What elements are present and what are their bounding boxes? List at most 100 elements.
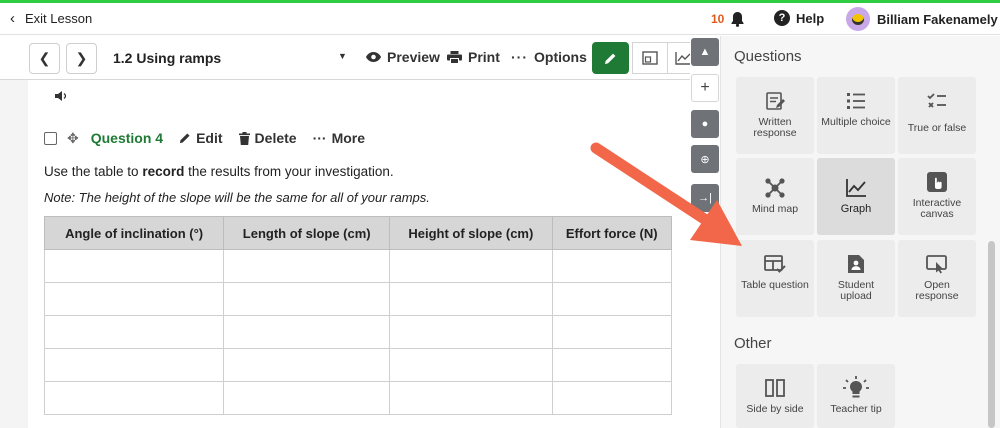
options-button[interactable]: ··· Options: [511, 49, 587, 65]
chevron-left-icon: ‹: [10, 10, 15, 27]
eye-icon: [366, 52, 381, 62]
table-cell[interactable]: [389, 381, 553, 415]
drag-move-icon[interactable]: ✥: [67, 130, 79, 147]
tile-teacher-tip[interactable]: Teacher tip: [817, 364, 895, 428]
question-prompt: Use the table to record the results from…: [44, 164, 394, 179]
table-cell[interactable]: [551, 348, 672, 382]
more-question-button[interactable]: ··· More: [313, 130, 365, 146]
printer-icon: [447, 50, 462, 64]
collapse-tool-button[interactable]: →|: [691, 184, 719, 212]
tile-written-response[interactable]: Written response: [736, 77, 814, 154]
exit-lesson-button[interactable]: ‹ Exit Lesson: [10, 10, 92, 27]
table-cell[interactable]: [551, 282, 672, 316]
table-row: [43, 282, 672, 316]
caret-down-icon[interactable]: ▼: [338, 51, 347, 61]
tile-label: Table question: [741, 279, 809, 291]
table-cell[interactable]: [389, 249, 553, 283]
tile-student-upload[interactable]: Student upload: [817, 240, 895, 317]
preview-button[interactable]: Preview: [366, 49, 440, 65]
arrow-right-bar-icon: →|: [698, 192, 712, 204]
top-bar: ‹ Exit Lesson 10 ? Help Billiam Fakename…: [0, 3, 1000, 35]
prompt-bold-text: record: [142, 164, 185, 179]
target-tool-button[interactable]: ⊕: [691, 145, 719, 173]
content-area: ✥ Question 4 Edit Delete ··· More Use th…: [0, 80, 690, 428]
column-header: Height of slope (cm): [389, 216, 553, 250]
trash-icon: [238, 131, 250, 145]
add-tool-button[interactable]: +: [691, 74, 719, 102]
tile-open-response[interactable]: Open response: [898, 240, 976, 317]
table-cell[interactable]: [223, 315, 391, 349]
exit-lesson-label: Exit Lesson: [25, 11, 93, 26]
table-cell[interactable]: [43, 249, 225, 283]
edit-label: Edit: [196, 130, 223, 146]
tile-interactive-canvas[interactable]: Interactive canvas: [898, 158, 976, 235]
tile-graph[interactable]: Graph: [817, 158, 895, 235]
speaker-icon[interactable]: [55, 89, 69, 107]
delete-question-button[interactable]: Delete: [238, 130, 297, 146]
layout-view-button[interactable]: [632, 42, 668, 74]
table-cell[interactable]: [389, 282, 553, 316]
lesson-page: ✥ Question 4 Edit Delete ··· More Use th…: [28, 80, 690, 428]
tile-table-question[interactable]: Table question: [736, 240, 814, 317]
tile-multiple-choice[interactable]: Multiple choice: [817, 77, 895, 154]
print-label: Print: [468, 49, 500, 65]
teacher-tip-icon: [843, 376, 869, 400]
lesson-title[interactable]: 1.2 Using ramps: [113, 50, 221, 66]
chevron-right-icon: ❯: [75, 50, 88, 66]
table-cell[interactable]: [223, 282, 391, 316]
tile-label: Teacher tip: [830, 403, 882, 415]
question-note: Note: The height of the slope will be th…: [44, 190, 430, 205]
user-menu[interactable]: Billiam Fakenamely: [846, 7, 998, 31]
notification-tool-button[interactable]: ▲: [691, 38, 719, 66]
table-cell[interactable]: [43, 381, 225, 415]
tile-label: Multiple choice: [821, 116, 891, 128]
table-cell[interactable]: [223, 348, 391, 382]
previous-page-button[interactable]: ❮: [29, 43, 60, 74]
table-cell[interactable]: [551, 381, 672, 415]
table-cell[interactable]: [223, 381, 391, 415]
tile-mind-map[interactable]: Mind map: [736, 158, 814, 235]
table-cell[interactable]: [389, 315, 553, 349]
edit-mode-toggle[interactable]: [592, 42, 629, 74]
tile-side-by-side[interactable]: Side by side: [736, 364, 814, 428]
pencil-icon: [180, 133, 190, 144]
next-page-button[interactable]: ❯: [66, 43, 97, 74]
column-header: Angle of inclination (°): [43, 216, 225, 250]
table-cell[interactable]: [389, 348, 553, 382]
question-select-checkbox[interactable]: [44, 131, 57, 145]
table-cell[interactable]: [223, 249, 391, 283]
bell-icon: [731, 12, 744, 27]
open-response-icon: [926, 252, 948, 276]
written-response-icon: [765, 89, 785, 113]
panel-scrollbar[interactable]: [988, 241, 995, 428]
table-cell[interactable]: [43, 315, 225, 349]
more-label: More: [331, 130, 366, 146]
column-header: Effort force (N): [551, 216, 672, 250]
tile-label: Interactive canvas: [912, 197, 962, 220]
table-cell[interactable]: [551, 315, 672, 349]
tile-label: Written response: [753, 116, 797, 139]
prompt-text-start: Use the table to: [44, 164, 143, 179]
side-tool-strip: ▲ + ● ⊕ →|: [690, 36, 720, 428]
tile-label: True or false: [907, 122, 967, 134]
table-row: [43, 249, 672, 283]
student-upload-icon: [847, 252, 865, 276]
mind-map-icon: [764, 176, 786, 200]
print-button[interactable]: Print: [447, 49, 500, 65]
comment-tool-button[interactable]: ●: [691, 110, 719, 138]
edit-question-button[interactable]: Edit: [179, 130, 223, 146]
tile-label: Mind map: [751, 203, 799, 215]
tile-label: Side by side: [746, 403, 804, 415]
content-type-panel: Questions Written response Multiple choi…: [720, 36, 1000, 428]
table-row: [43, 381, 672, 415]
user-name: Billiam Fakenamely: [877, 11, 998, 27]
more-dots-icon: ···: [312, 130, 327, 146]
notifications-button[interactable]: 10: [711, 11, 745, 27]
table-cell[interactable]: [43, 282, 225, 316]
table-cell[interactable]: [43, 348, 225, 382]
side-by-side-icon: [765, 376, 785, 400]
tile-true-or-false[interactable]: True or false: [898, 77, 976, 154]
table-cell[interactable]: [551, 249, 672, 283]
help-button[interactable]: ? Help: [774, 10, 824, 26]
comment-icon: ●: [701, 118, 709, 130]
